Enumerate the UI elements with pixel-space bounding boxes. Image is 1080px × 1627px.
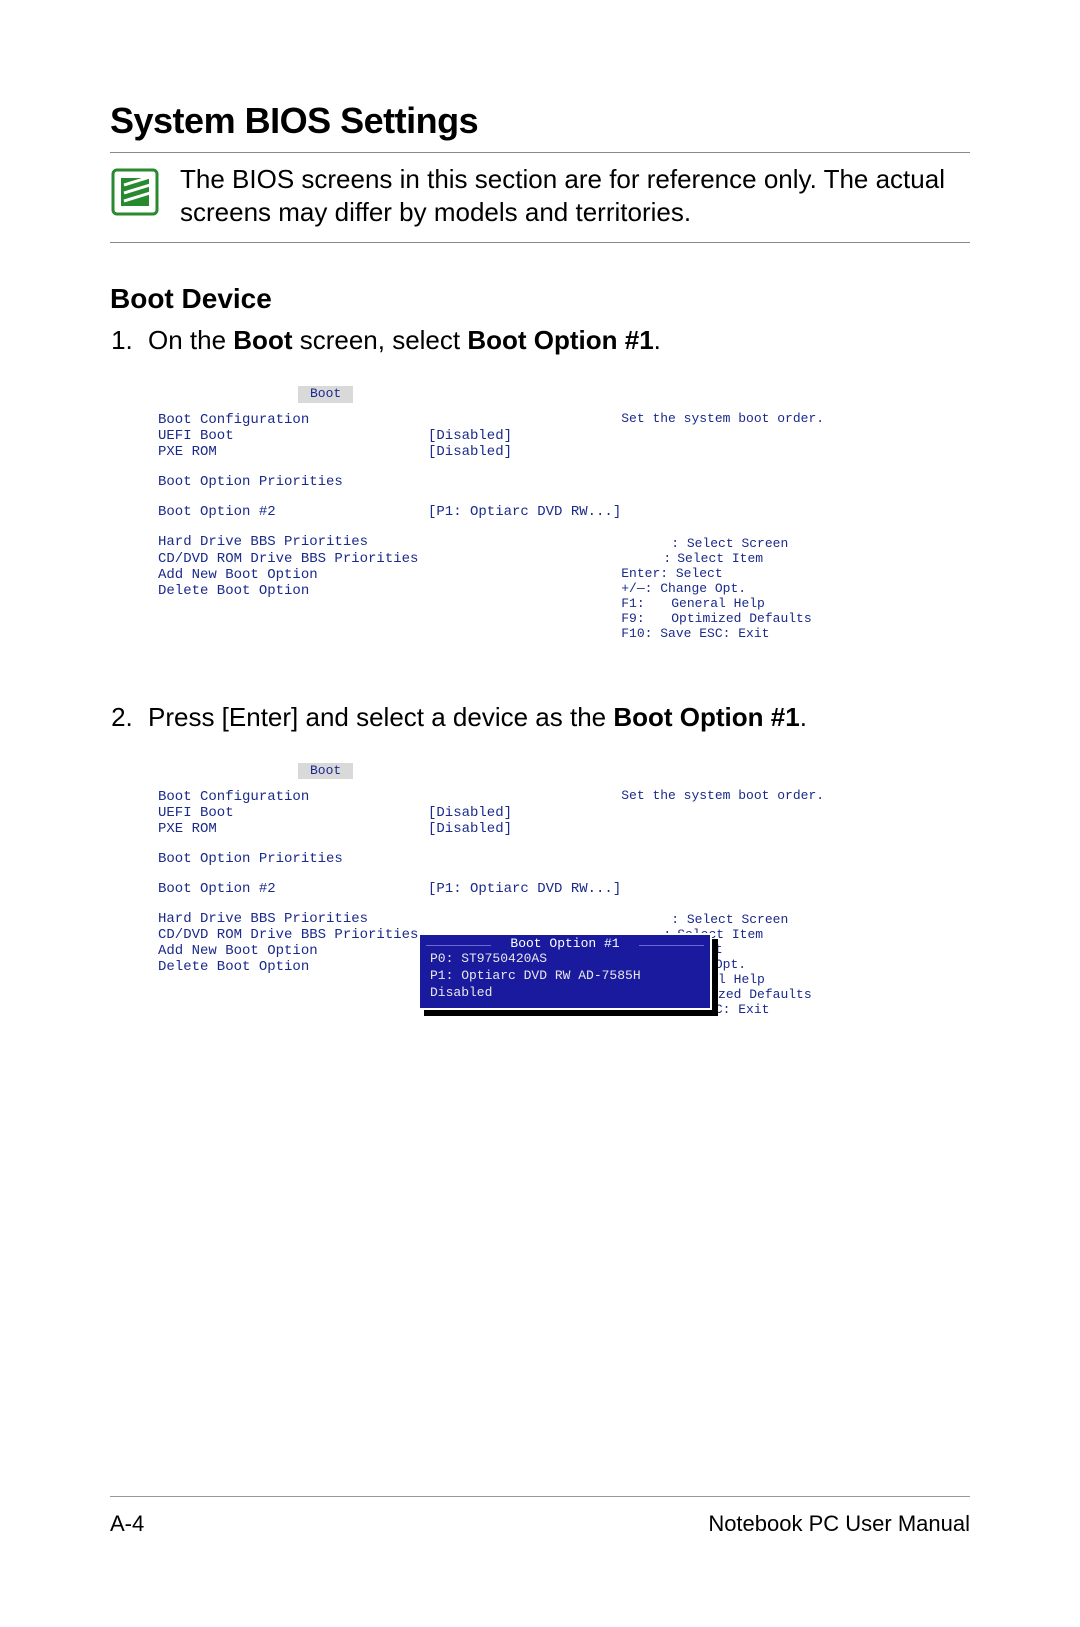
page-footer: A-4 Notebook PC User Manual <box>110 1496 970 1537</box>
bios-hint: Set the system boot order. <box>621 412 988 427</box>
help-select-item: Select Item <box>677 551 763 566</box>
bios-screenshot-1: Boot Boot Configuration UEFI Boot PXE RO… <box>158 386 988 642</box>
bios-delete-boot: Delete Boot Option <box>158 959 428 975</box>
popup-title: Boot Option #1 <box>420 935 710 952</box>
footer-manual-title: Notebook PC User Manual <box>708 1511 970 1537</box>
step1-period: . <box>654 325 661 355</box>
bios-add-boot: Add New Boot Option <box>158 943 428 959</box>
bios-cd-priorities: CD/DVD ROM Drive BBS Priorities <box>158 927 428 943</box>
step-1: On the Boot screen, select Boot Option #… <box>140 325 970 642</box>
help-select-screen: : Select Screen <box>621 537 988 552</box>
bios-boot-option-2: Boot Option #2 <box>158 504 428 520</box>
help-select-screen: : Select Screen <box>621 913 988 928</box>
help-f10-esc: F10: Save ESC: Exit <box>621 627 988 642</box>
bios-pxe-value: [Disabled] <box>428 444 621 460</box>
step2-bold1: Boot Option #1 <box>613 702 799 732</box>
bios-uefi-value: [Disabled] <box>428 805 621 821</box>
popup-item-disabled: Disabled <box>420 985 710 1002</box>
page-title: System BIOS Settings <box>110 100 970 142</box>
step1-bold2: Boot Option #1 <box>467 325 653 355</box>
step1-text2: screen, select <box>292 325 467 355</box>
bios-pxe-rom: PXE ROM <box>158 444 428 460</box>
bios-pxe-rom: PXE ROM <box>158 821 428 837</box>
step2-text: Press [Enter] and select a device as the <box>148 702 613 732</box>
bios-delete-boot: Delete Boot Option <box>158 583 428 599</box>
help-f9-label: Optimized Defaults <box>671 611 811 626</box>
bios-opt2-value: [P1: Optiarc DVD RW...] <box>428 881 621 897</box>
help-f1-label: General Help <box>671 596 765 611</box>
bios-boot-option-2: Boot Option #2 <box>158 881 428 897</box>
bios-screenshot-2: Boot Boot Configuration UEFI Boot PXE RO… <box>158 763 988 1019</box>
help-f9-key: F9: <box>621 612 671 627</box>
step-2: Press [Enter] and select a device as the… <box>140 702 970 1019</box>
popup-item-p0: P0: ST9750420AS <box>420 951 710 968</box>
bios-hint: Set the system boot order. <box>621 789 988 804</box>
bios-boot-configuration: Boot Configuration <box>158 789 428 805</box>
step1-bold1: Boot <box>233 325 292 355</box>
bios-tab-boot: Boot <box>298 763 353 780</box>
bios-boot-priorities-header: Boot Option Priorities <box>158 474 428 490</box>
note-text: The BIOS screens in this section are for… <box>180 163 970 228</box>
help-key-colon: : <box>621 552 677 567</box>
bios-tab-boot: Boot <box>298 386 353 403</box>
bios-boot-priorities-header: Boot Option Priorities <box>158 851 428 867</box>
bios-help-keys: : Select Screen :Select Item Enter: Sele… <box>621 537 988 642</box>
bios-uefi-boot: UEFI Boot <box>158 428 428 444</box>
bios-opt2-value: [P1: Optiarc DVD RW...] <box>428 504 621 520</box>
help-enter: Enter: Select <box>621 567 988 582</box>
bios-pxe-value: [Disabled] <box>428 821 621 837</box>
bios-hdd-priorities: Hard Drive BBS Priorities <box>158 911 428 927</box>
footer-page-number: A-4 <box>110 1511 144 1537</box>
note-icon <box>110 167 160 217</box>
note-block: The BIOS screens in this section are for… <box>110 152 970 243</box>
bios-hdd-priorities: Hard Drive BBS Priorities <box>158 534 428 550</box>
boot-option-popup: Boot Option #1 P0: ST9750420AS P1: Optia… <box>418 933 712 1011</box>
popup-item-p1: P1: Optiarc DVD RW AD-7585H <box>420 968 710 985</box>
help-f1-key: F1: <box>621 597 671 612</box>
section-heading: Boot Device <box>110 283 970 315</box>
bios-uefi-value: [Disabled] <box>428 428 621 444</box>
bios-add-boot: Add New Boot Option <box>158 567 428 583</box>
bios-boot-configuration: Boot Configuration <box>158 412 428 428</box>
step1-text: On the <box>148 325 233 355</box>
step2-period: . <box>800 702 807 732</box>
bios-cd-priorities: CD/DVD ROM Drive BBS Priorities <box>158 551 428 567</box>
help-change-opt: +/—: Change Opt. <box>621 582 988 597</box>
bios-uefi-boot: UEFI Boot <box>158 805 428 821</box>
